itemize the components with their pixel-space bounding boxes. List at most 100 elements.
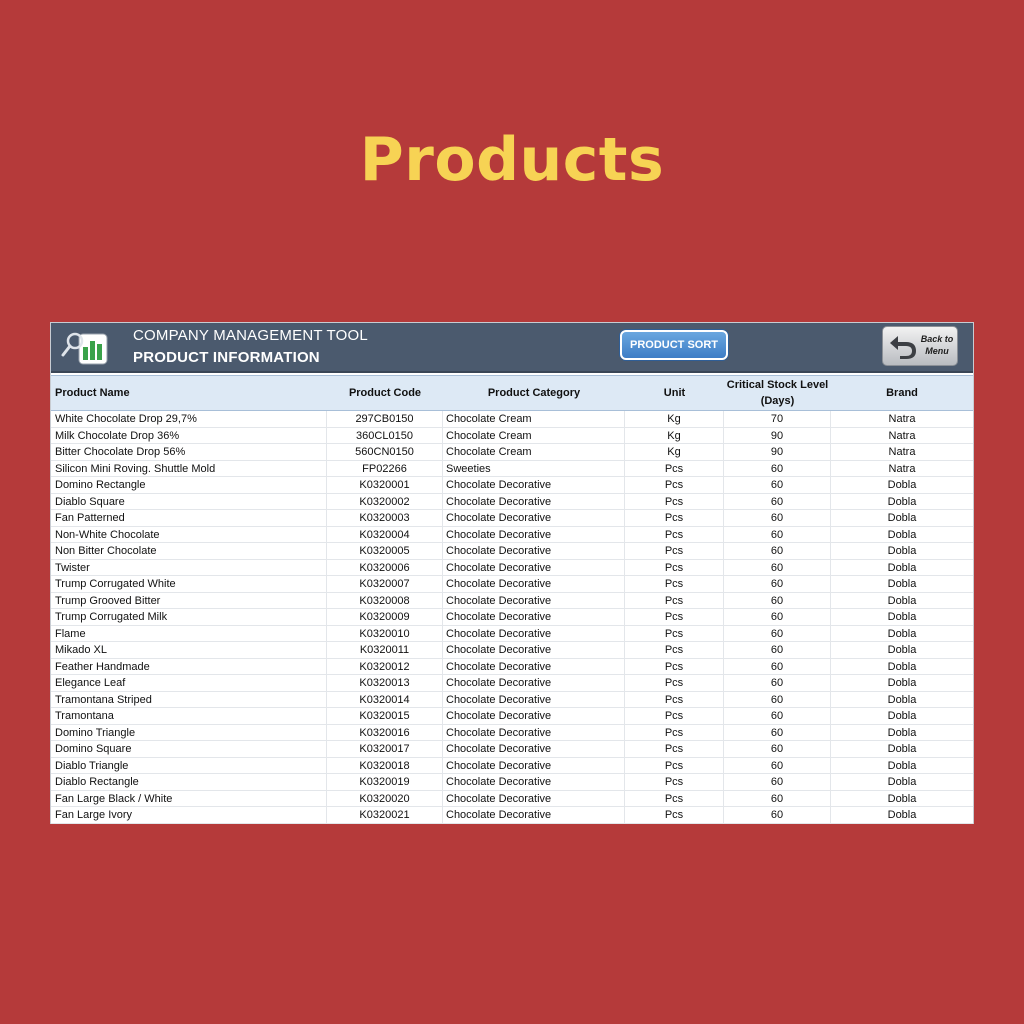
critical-stock-level-cell[interactable]: 60 <box>724 691 831 708</box>
product-category-cell[interactable]: Chocolate Decorative <box>443 510 625 526</box>
table-row[interactable]: Domino Rectangle K0320001 Chocolate Decora… <box>51 477 973 494</box>
critical-stock-level-cell[interactable]: 60 <box>724 592 831 609</box>
product-name-cell[interactable]: Elegance Leaf <box>51 675 327 691</box>
product-name-cell[interactable]: Domino Rectangle <box>51 477 327 493</box>
unit-cell[interactable]: Pcs <box>625 741 724 757</box>
critical-stock-level-cell[interactable]: 70 <box>724 411 831 427</box>
brand-cell[interactable]: Dobla <box>831 807 973 823</box>
brand-cell[interactable]: Dobla <box>831 543 973 559</box>
product-category-cell[interactable]: Chocolate Decorative <box>443 807 625 823</box>
critical-stock-level-cell[interactable]: 60 <box>724 460 831 477</box>
product-code-cell[interactable]: FP02266 <box>327 460 443 477</box>
product-name-cell[interactable]: Domino Square <box>51 741 327 757</box>
product-category-cell[interactable]: Chocolate Decorative <box>443 757 625 774</box>
product-code-cell[interactable]: K0320001 <box>327 477 443 493</box>
critical-stock-level-cell[interactable]: 60 <box>724 625 831 642</box>
product-code-cell[interactable]: K0320006 <box>327 559 443 576</box>
column-header-brand[interactable]: Brand <box>831 376 973 410</box>
product-category-cell[interactable]: Chocolate Decorative <box>443 609 625 625</box>
critical-stock-level-cell[interactable]: 60 <box>724 493 831 510</box>
product-code-cell[interactable]: K0320015 <box>327 708 443 724</box>
product-sort-button[interactable]: PRODUCT SORT <box>620 330 728 360</box>
product-category-cell[interactable]: Chocolate Cream <box>443 411 625 427</box>
table-row[interactable]: Domino Triangle K0320016 Chocolate Decorat… <box>51 724 973 741</box>
product-category-cell[interactable]: Chocolate Decorative <box>443 691 625 708</box>
unit-cell[interactable]: Pcs <box>625 559 724 576</box>
unit-cell[interactable]: Kg <box>625 427 724 444</box>
product-code-cell[interactable]: K0320019 <box>327 774 443 790</box>
column-header-product-name[interactable]: Product Name <box>51 376 331 410</box>
brand-cell[interactable]: Dobla <box>831 560 973 576</box>
product-name-cell[interactable]: Bitter Chocolate Drop 56% <box>51 444 327 460</box>
table-row[interactable]: Milk Chocolate Drop 36% 360CL0150 Chocolat… <box>51 427 973 444</box>
product-category-cell[interactable]: Chocolate Cream <box>443 427 625 444</box>
unit-cell[interactable]: Pcs <box>625 460 724 477</box>
table-row[interactable]: Trump Corrugated Milk K0320009 Chocolate D… <box>51 609 973 626</box>
product-name-cell[interactable]: Non-White Chocolate <box>51 526 327 543</box>
critical-stock-level-cell[interactable]: 90 <box>724 427 831 444</box>
product-code-cell[interactable]: K0320010 <box>327 625 443 642</box>
product-code-cell[interactable]: K0320007 <box>327 576 443 592</box>
product-name-cell[interactable]: Flame <box>51 625 327 642</box>
brand-cell[interactable]: Dobla <box>831 774 973 790</box>
product-code-cell[interactable]: 560CN0150 <box>327 444 443 460</box>
table-row[interactable]: Diablo Rectangle K0320019 Chocolate Decora… <box>51 774 973 791</box>
product-name-cell[interactable]: Trump Corrugated Milk <box>51 609 327 625</box>
table-row[interactable]: Twister K0320006 Chocolate Decorative Pcs 60… <box>51 559 973 576</box>
unit-cell[interactable]: Pcs <box>625 526 724 543</box>
brand-cell[interactable]: Dobla <box>831 626 973 642</box>
brand-cell[interactable]: Dobla <box>831 692 973 708</box>
brand-cell[interactable]: Natra <box>831 444 973 460</box>
table-row[interactable]: Silicon Mini Roving. Shuttle Mold FP02266… <box>51 460 973 477</box>
brand-cell[interactable]: Dobla <box>831 659 973 675</box>
brand-cell[interactable]: Natra <box>831 411 973 427</box>
critical-stock-level-cell[interactable]: 60 <box>724 774 831 790</box>
product-category-cell[interactable]: Chocolate Decorative <box>443 592 625 609</box>
product-category-cell[interactable]: Chocolate Decorative <box>443 477 625 493</box>
table-row[interactable]: Elegance Leaf K0320013 Chocolate Decorativ… <box>51 675 973 692</box>
product-code-cell[interactable]: K0320011 <box>327 642 443 658</box>
column-header-product-code[interactable]: Product Code <box>327 376 443 410</box>
product-code-cell[interactable]: K0320021 <box>327 807 443 823</box>
product-category-cell[interactable]: Chocolate Decorative <box>443 724 625 741</box>
product-name-cell[interactable]: Tramontana <box>51 708 327 724</box>
brand-cell[interactable]: Dobla <box>831 494 973 510</box>
critical-stock-level-cell[interactable]: 60 <box>724 807 831 823</box>
table-row[interactable]: White Chocolate Drop 29,7% 297CB0150 Choco… <box>51 411 973 428</box>
product-code-cell[interactable]: K0320014 <box>327 691 443 708</box>
product-code-cell[interactable]: K0320008 <box>327 592 443 609</box>
critical-stock-level-cell[interactable]: 60 <box>724 543 831 559</box>
critical-stock-level-cell[interactable]: 60 <box>724 757 831 774</box>
table-row[interactable]: Bitter Chocolate Drop 56% 560CN0150 Chocol… <box>51 444 973 461</box>
product-code-cell[interactable]: K0320012 <box>327 658 443 675</box>
product-name-cell[interactable]: Diablo Square <box>51 493 327 510</box>
table-row[interactable]: Domino Square K0320017 Chocolate Decorativ… <box>51 741 973 758</box>
product-category-cell[interactable]: Chocolate Decorative <box>443 774 625 790</box>
product-category-cell[interactable]: Chocolate Decorative <box>443 658 625 675</box>
product-name-cell[interactable]: Trump Grooved Bitter <box>51 592 327 609</box>
unit-cell[interactable]: Pcs <box>625 510 724 526</box>
unit-cell[interactable]: Pcs <box>625 757 724 774</box>
product-code-cell[interactable]: K0320016 <box>327 724 443 741</box>
product-category-cell[interactable]: Chocolate Decorative <box>443 625 625 642</box>
table-row[interactable]: Flame K0320010 Chocolate Decorative Pcs 60 Do… <box>51 625 973 642</box>
critical-stock-level-cell[interactable]: 60 <box>724 790 831 807</box>
product-name-cell[interactable]: Milk Chocolate Drop 36% <box>51 427 327 444</box>
table-row[interactable]: Fan Large Ivory K0320021 Chocolate Decorat… <box>51 807 973 824</box>
table-row[interactable]: Mikado XL K0320011 Chocolate Decorative Pcs… <box>51 642 973 659</box>
product-code-cell[interactable]: K0320005 <box>327 543 443 559</box>
product-name-cell[interactable]: Mikado XL <box>51 642 327 658</box>
product-code-cell[interactable]: K0320018 <box>327 757 443 774</box>
product-code-cell[interactable]: 360CL0150 <box>327 427 443 444</box>
unit-cell[interactable]: Kg <box>625 444 724 460</box>
product-category-cell[interactable]: Chocolate Decorative <box>443 559 625 576</box>
product-category-cell[interactable]: Chocolate Decorative <box>443 576 625 592</box>
brand-cell[interactable]: Dobla <box>831 791 973 807</box>
product-name-cell[interactable]: Tramontana Striped <box>51 691 327 708</box>
unit-cell[interactable]: Pcs <box>625 774 724 790</box>
unit-cell[interactable]: Pcs <box>625 592 724 609</box>
brand-cell[interactable]: Natra <box>831 461 973 477</box>
product-category-cell[interactable]: Chocolate Cream <box>443 444 625 460</box>
unit-cell[interactable]: Pcs <box>625 708 724 724</box>
critical-stock-level-cell[interactable]: 60 <box>724 609 831 625</box>
